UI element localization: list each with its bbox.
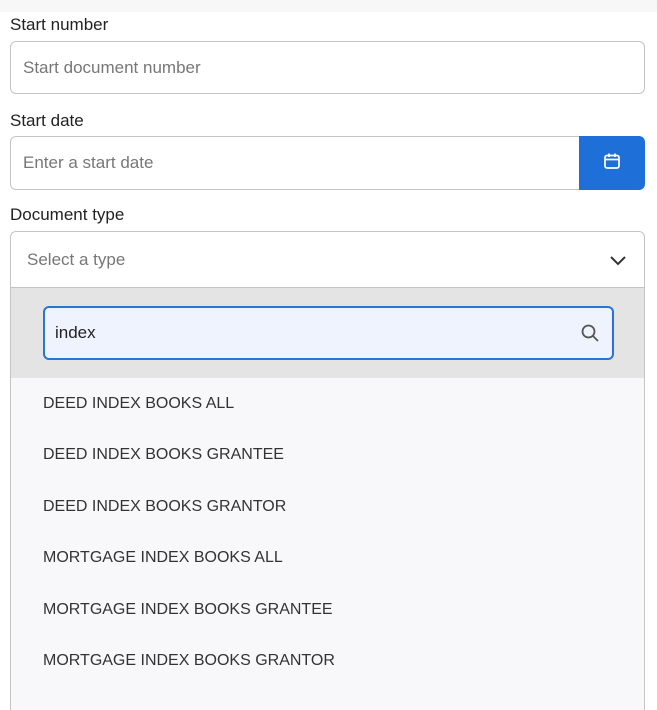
calendar-icon xyxy=(603,152,621,175)
document-type-dropdown: DEED INDEX BOOKS ALL DEED INDEX BOOKS GR… xyxy=(10,288,645,710)
dropdown-search-input[interactable] xyxy=(55,323,578,343)
date-picker-button[interactable] xyxy=(579,136,645,190)
dropdown-option[interactable]: DEED INDEX BOOKS GRANTEE xyxy=(11,430,644,482)
dropdown-option[interactable]: DEED INDEX BOOKS GRANTOR xyxy=(11,481,644,533)
dropdown-options-list: DEED INDEX BOOKS ALL DEED INDEX BOOKS GR… xyxy=(11,378,644,687)
start-number-input[interactable] xyxy=(10,41,645,94)
document-type-select[interactable]: Select a type xyxy=(10,231,645,288)
start-number-label: Start number xyxy=(10,15,109,34)
dropdown-option[interactable]: MORTGAGE INDEX BOOKS ALL xyxy=(11,533,644,585)
document-type-selected-value: Select a type xyxy=(27,249,126,269)
dropdown-search-area xyxy=(11,288,644,378)
dropdown-option[interactable]: MORTGAGE INDEX BOOKS GRANTEE xyxy=(11,584,644,636)
start-date-input[interactable] xyxy=(10,136,581,190)
dropdown-search-box[interactable] xyxy=(43,306,614,360)
dropdown-option[interactable]: DEED INDEX BOOKS ALL xyxy=(11,378,644,430)
top-strip xyxy=(0,0,657,12)
start-date-label: Start date xyxy=(10,111,84,130)
dropdown-option[interactable]: MORTGAGE INDEX BOOKS GRANTOR xyxy=(11,636,644,688)
search-icon[interactable] xyxy=(578,321,602,345)
document-type-label: Document type xyxy=(10,205,125,224)
chevron-down-icon xyxy=(608,250,628,270)
